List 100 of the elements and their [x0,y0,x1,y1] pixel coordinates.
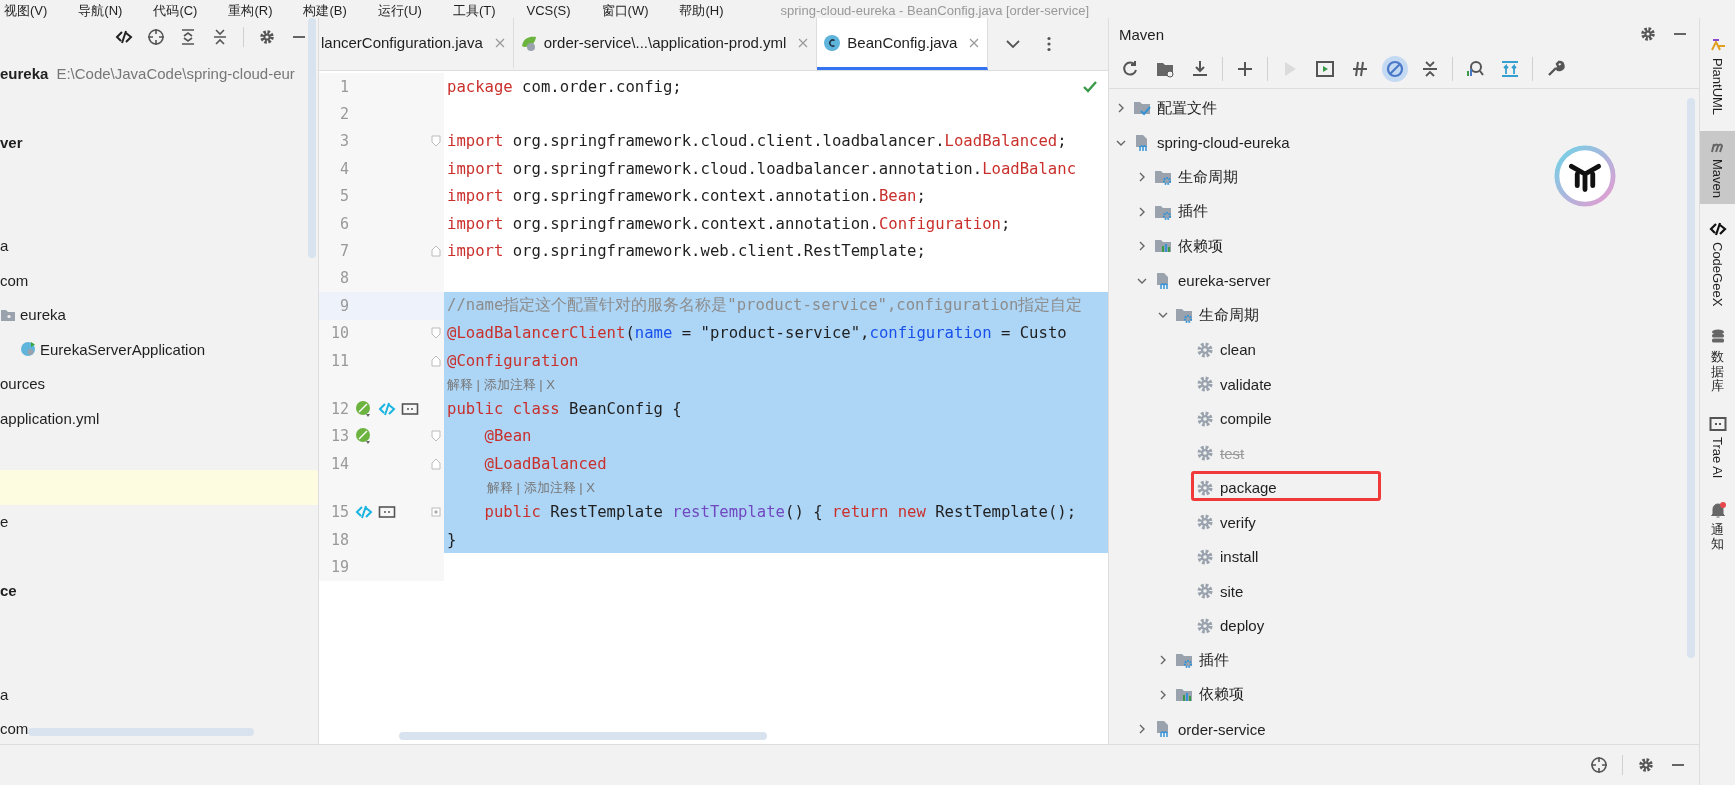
tree-item[interactable]: com [0,271,29,289]
tree-item[interactable]: 插件 [1178,202,1208,222]
tree-item[interactable]: EurekaServerApplication [40,340,206,358]
bean-icon[interactable] [355,427,373,446]
close-icon[interactable] [798,37,809,48]
tree-item[interactable]: spring-cloud-eureka [1157,134,1290,152]
panel-title: Maven [1119,25,1165,43]
tree-item[interactable]: 生命周期 [1199,305,1259,325]
gear-icon [1196,340,1214,359]
line-number: 8 [338,269,349,288]
magnifier-chart-icon [1465,59,1485,79]
project-path: E:\Code\JavaCode\spring-cloud-eur [56,64,295,82]
tree-item[interactable]: e [0,513,9,531]
gear-icon [1196,582,1214,601]
gear-icon [1196,375,1214,394]
scrollbar[interactable] [1687,98,1695,658]
line-number: 3 [338,132,349,151]
tree-item[interactable]: validate [1220,375,1272,393]
collapse-all-icon[interactable] [211,28,229,46]
tree-item[interactable]: ver [0,133,23,151]
window-icon [1708,415,1727,434]
line-number: 14 [329,454,349,473]
line-number: 13 [329,427,349,446]
tree-item[interactable]: site [1220,582,1244,600]
folder-gear-icon [1175,306,1193,325]
line-number: 1 [338,77,349,96]
target-icon[interactable] [147,28,165,46]
comment-icon[interactable] [401,400,419,418]
toolbar-button[interactable] [1382,56,1408,82]
settings-icon[interactable] [258,28,276,46]
tree-item[interactable]: verify [1220,513,1256,531]
tool-window-button[interactable]: 通知 [1700,494,1735,558]
tool-window-button[interactable]: 数据库 [1700,322,1735,400]
menu-item[interactable]: 代码(C) [153,3,198,18]
refresh-icon [1120,59,1140,79]
menu-item[interactable]: 运行(U) [377,3,422,18]
editor-tab[interactable]: BeanConfig.java [817,18,989,70]
gear-icon [1196,478,1214,497]
tool-window-button[interactable]: PlantUML [1700,30,1735,122]
line-number: 19 [329,557,349,576]
download-icon [1190,59,1210,79]
settings-icon[interactable] [1637,756,1655,774]
scrollbar[interactable] [28,728,254,736]
menu-item[interactable]: 帮助(H) [679,3,724,18]
scrollbar[interactable] [399,732,767,740]
tree-item[interactable]: 生命周期 [1178,167,1238,187]
line-number: 12 [329,400,349,418]
code-line: package com.order.config; [447,77,682,96]
class-icon [20,341,36,358]
tree-item[interactable]: a [0,685,9,703]
settings-icon[interactable] [1639,25,1657,43]
target-icon[interactable] [1590,756,1608,774]
folder-check-icon [1133,99,1151,118]
code-line: @Configuration [447,351,579,370]
menu-item[interactable]: VCS(S) [526,3,571,18]
menu-item[interactable]: 工具(T) [452,3,496,18]
tree-item[interactable]: eureka [20,306,66,324]
window-title: spring-cloud-eureka - BeanConfig.java [order-service] [780,3,1090,18]
expand-all-icon[interactable] [179,28,197,46]
folder-gear-icon [1175,651,1193,670]
code-line: @LoadBalanced [483,454,607,473]
tree-item[interactable]: a [0,237,9,255]
tree-item[interactable]: eureka [0,64,49,82]
code-line: @LoadBalancerClient(name = "product-service",configuration = Custo [447,324,1067,343]
tool-window-button[interactable]: Trae AI [1700,409,1735,485]
collapse-all-icon [1420,59,1440,79]
line-number: 4 [338,159,349,178]
tree-item[interactable]: 插件 [1199,650,1229,670]
tree-item[interactable]: install [1220,548,1259,566]
tree-item[interactable]: 依赖项 [1199,685,1244,705]
gear-icon [1196,547,1214,566]
close-icon[interactable] [969,37,980,48]
floating-logo-icon[interactable] [1554,145,1616,207]
menu-item[interactable]: 重构(R) [228,3,273,18]
menu-item[interactable]: 构建(B) [303,3,347,18]
tree-item[interactable]: eureka-server [1178,272,1271,290]
tree-item[interactable]: package [1220,479,1277,497]
menu-item[interactable]: 视图(V) [4,3,48,18]
tree-item[interactable]: com [0,720,29,738]
line-number: 18 [329,530,349,549]
tree-item[interactable]: deploy [1220,617,1265,635]
tree-item[interactable]: 配置文件 [1157,98,1217,118]
bean-icon[interactable] [355,400,373,418]
tree-item[interactable]: compile [1220,410,1272,428]
close-icon[interactable] [494,37,505,48]
tool-window-button[interactable]: Maven [1700,131,1735,205]
code-line: @Bean [483,427,532,446]
tool-window-button[interactable]: CodeGeeX [1700,214,1735,313]
tree-item[interactable]: order-service [1178,720,1266,738]
menu-item[interactable]: 窗口(W) [601,3,649,18]
menu-item[interactable]: 导航(N) [78,3,123,18]
scrollbar[interactable] [308,18,316,258]
no-entry-icon [1385,59,1405,79]
tree-item[interactable]: ources [0,375,46,393]
tree-item[interactable]: application.yml [0,409,100,427]
tree-item[interactable]: 依赖项 [1178,236,1223,256]
code-icon[interactable] [115,28,133,46]
editor-tab[interactable]: lancerConfiguration.java [319,18,514,70]
tree-item[interactable]: ce [0,582,17,600]
tree-item[interactable]: clean [1220,341,1256,359]
